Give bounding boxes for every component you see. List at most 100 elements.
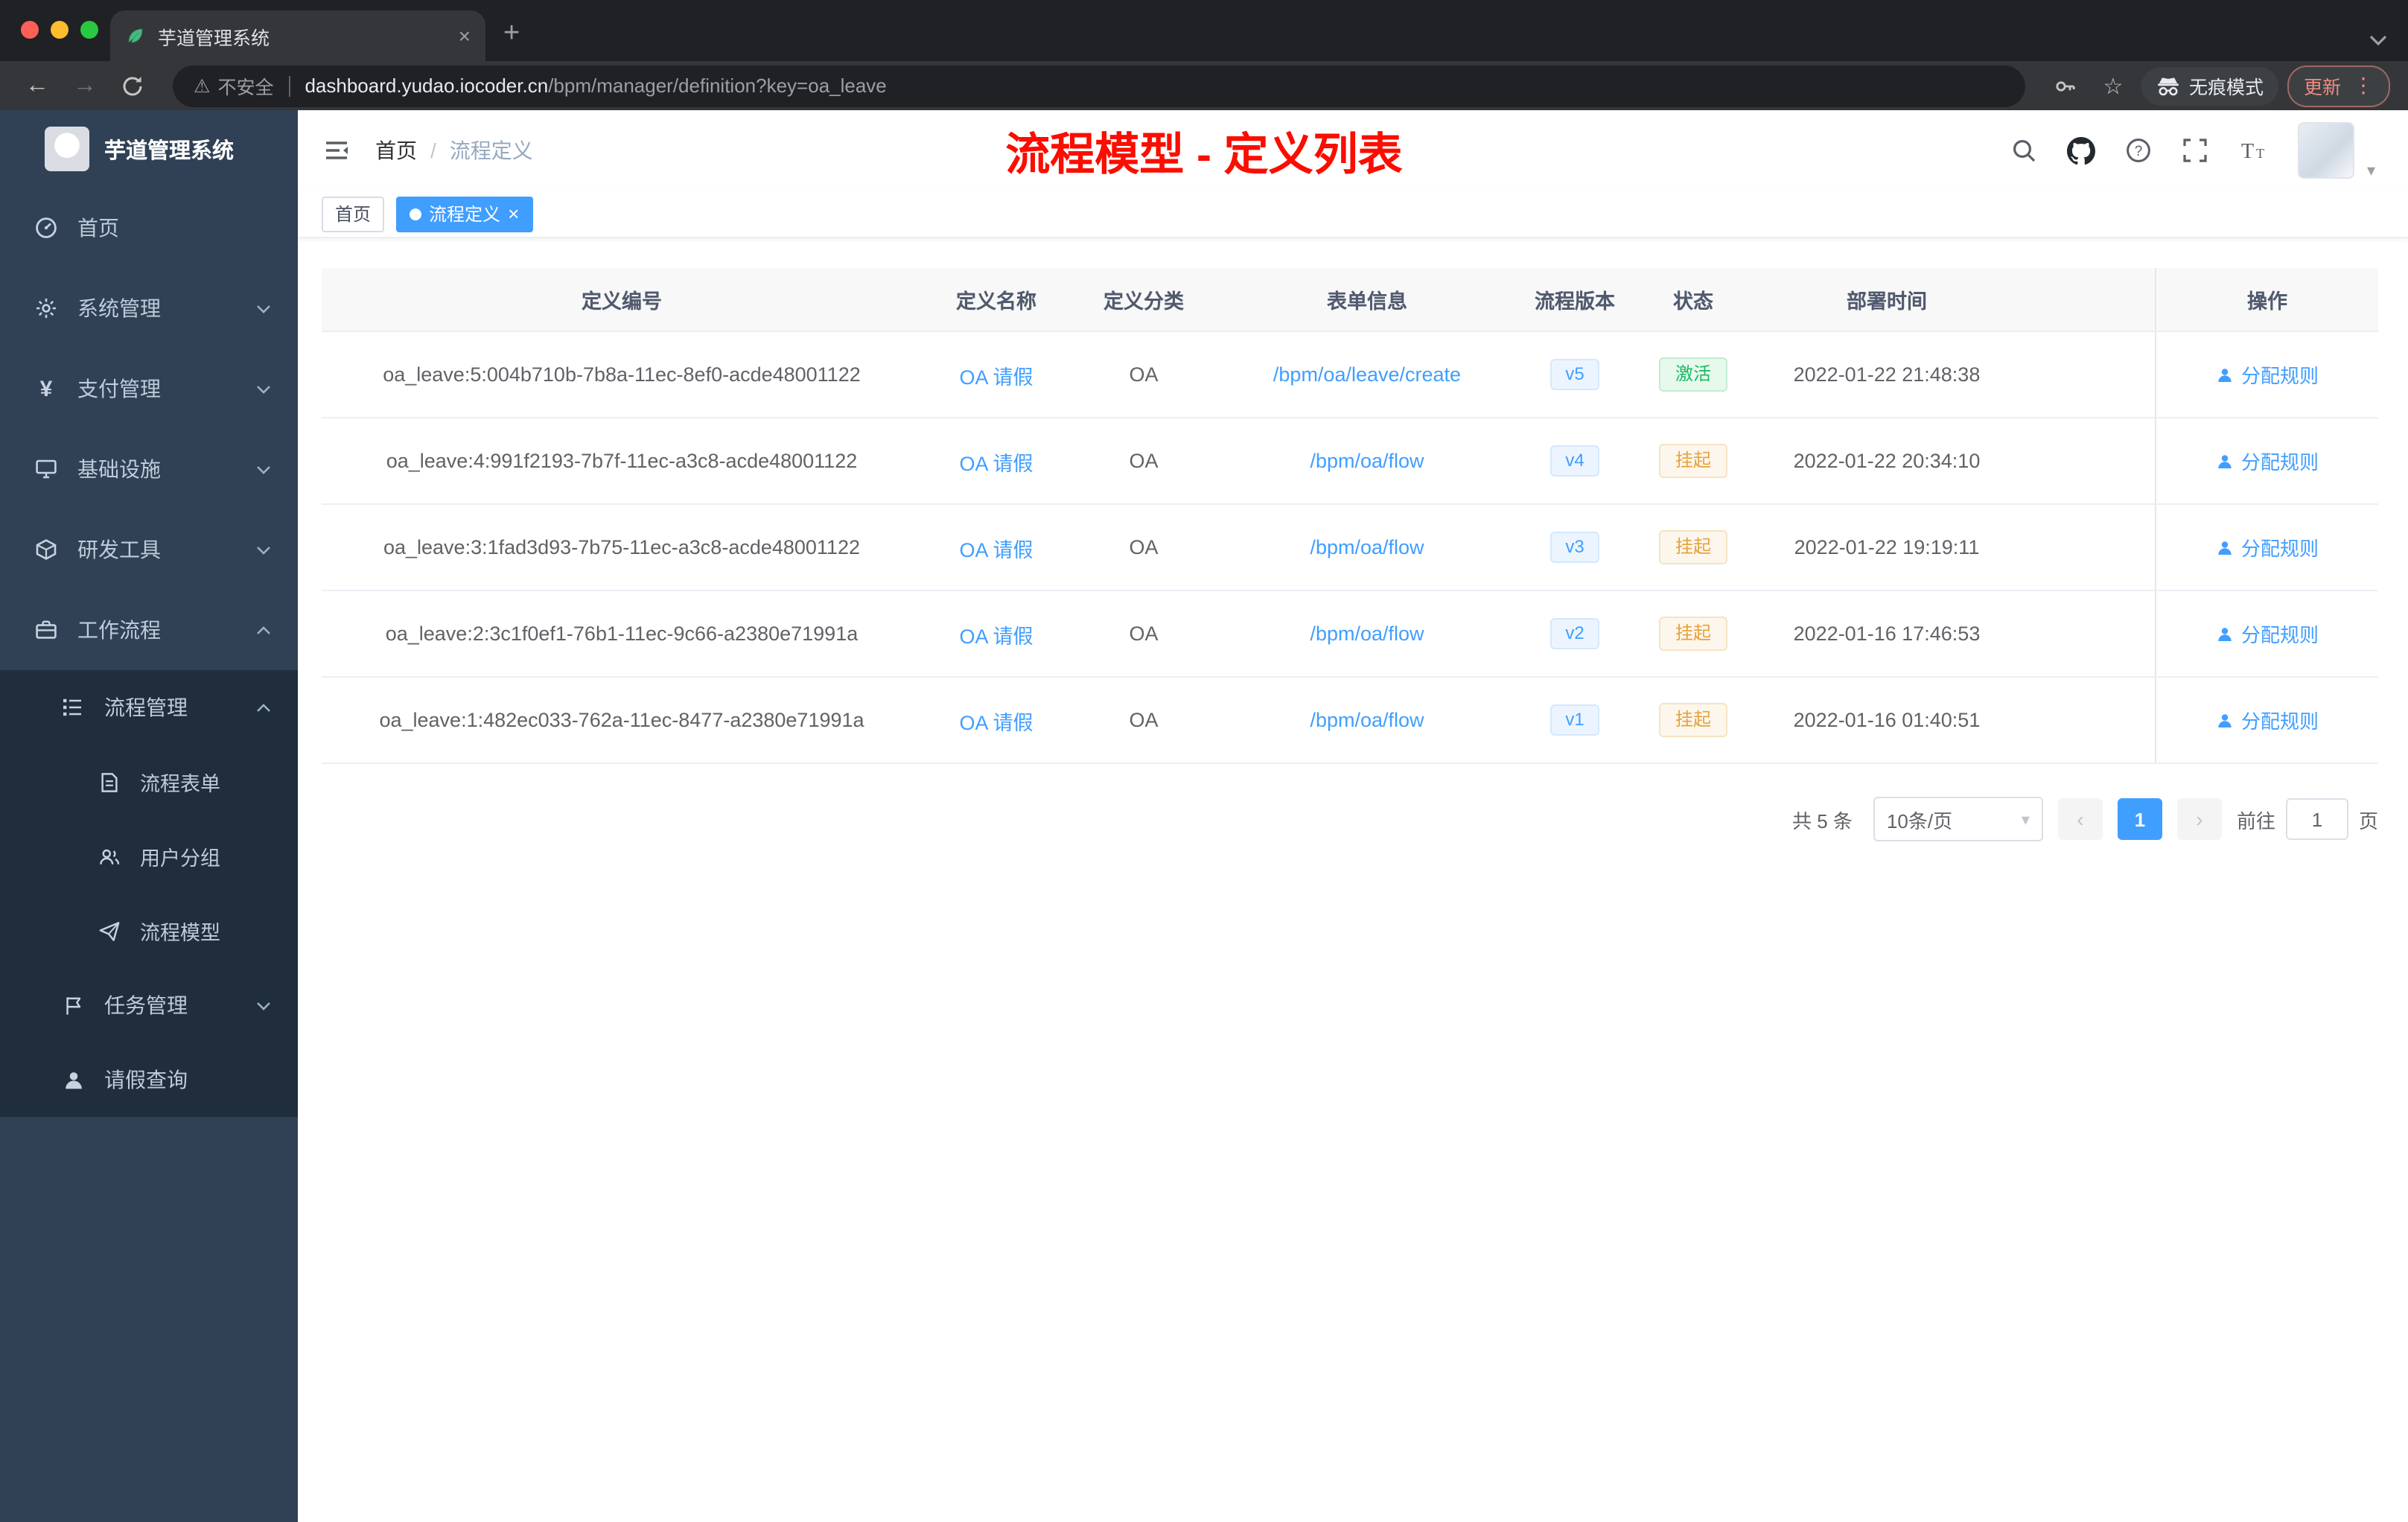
tab-search-icon[interactable] bbox=[2369, 34, 2387, 46]
assign-rule-button[interactable]: 分配规则 bbox=[2216, 533, 2319, 561]
page-content: 定义编号 定义名称 定义分类 表单信息 流程版本 状态 部署时间 操作 oa_l… bbox=[298, 238, 2408, 1522]
prev-page-button[interactable]: ‹ bbox=[2057, 798, 2103, 840]
assign-rule-button[interactable]: 分配规则 bbox=[2216, 447, 2319, 475]
browser-tab[interactable]: 芋道管理系统 × bbox=[110, 10, 485, 61]
search-icon[interactable] bbox=[2011, 137, 2038, 164]
tag-label: 首页 bbox=[335, 204, 372, 225]
navbar-actions: ? TT ▾ bbox=[2011, 121, 2375, 179]
paper-plane-icon bbox=[95, 920, 122, 942]
chevron-down-icon bbox=[256, 544, 271, 555]
assign-rule-button[interactable]: 分配规则 bbox=[2216, 360, 2319, 389]
bookmark-star-icon[interactable]: ☆ bbox=[2094, 66, 2133, 105]
sidebar-item-label: 研发工具 bbox=[77, 538, 161, 561]
briefcase-icon bbox=[33, 618, 60, 642]
definition-category: OA bbox=[1129, 363, 1159, 386]
forward-button[interactable]: → bbox=[66, 66, 104, 105]
sidebar-item-process-form[interactable]: 流程表单 bbox=[0, 745, 298, 819]
form-link[interactable]: /bpm/oa/flow bbox=[1310, 450, 1424, 472]
assign-rule-button[interactable]: 分配规则 bbox=[2216, 706, 2319, 734]
chevron-down-icon bbox=[256, 383, 271, 394]
tags-view-bar: 首页 流程定义 × bbox=[298, 191, 2408, 238]
sidebar-item-leave-query[interactable]: 请假查询 bbox=[0, 1042, 298, 1117]
svg-text:?: ? bbox=[2135, 144, 2144, 159]
sidebar-item-task-management[interactable]: 任务管理 bbox=[0, 968, 298, 1042]
security-warning[interactable]: ⚠ 不安全 bbox=[194, 71, 273, 100]
window-minimize-button[interactable] bbox=[51, 21, 69, 39]
column-header: 定义名称 bbox=[956, 290, 1036, 313]
fullscreen-icon[interactable] bbox=[2182, 137, 2209, 164]
definition-name-link[interactable]: OA 请假 bbox=[959, 711, 1033, 733]
back-button[interactable]: ← bbox=[18, 66, 57, 105]
browser-menu-icon[interactable]: ⋮ bbox=[2353, 73, 2374, 98]
sidebar-item-infrastructure[interactable]: 基础设施 bbox=[0, 429, 298, 509]
assign-rule-button[interactable]: 分配规则 bbox=[2216, 620, 2319, 648]
svg-text:T: T bbox=[2242, 140, 2255, 163]
sidebar-item-workflow[interactable]: 工作流程 bbox=[0, 590, 298, 670]
definition-id: oa_leave:5:004b710b-7b8a-11ec-8ef0-acde4… bbox=[383, 363, 861, 386]
sidebar: 芋道管理系统 首页 系统管理 ¥ 支付管理 基础设施 研发工具 工作流程 流程管… bbox=[0, 110, 298, 1522]
page-size-value: 10条/页 bbox=[1886, 809, 1953, 832]
deploy-time: 2022-01-16 17:46:53 bbox=[1793, 623, 1981, 645]
breadcrumb-current: 流程定义 bbox=[449, 138, 533, 162]
goto-label: 前往 bbox=[2236, 809, 2275, 832]
help-icon[interactable]: ? bbox=[2126, 137, 2153, 164]
table-row: oa_leave:2:3c1f0ef1-76b1-11ec-9c66-a2380… bbox=[322, 591, 2378, 678]
avatar[interactable] bbox=[2298, 122, 2355, 179]
reload-button[interactable] bbox=[113, 66, 152, 105]
version-badge: v3 bbox=[1550, 531, 1599, 564]
address-bar[interactable]: ⚠ 不安全 dashboard.yudao.iocoder.cn/bpm/man… bbox=[173, 65, 2025, 106]
avatar-caret-icon[interactable]: ▾ bbox=[2367, 160, 2375, 179]
tag-home[interactable]: 首页 bbox=[322, 196, 385, 232]
github-icon[interactable] bbox=[2067, 136, 2096, 165]
form-link[interactable]: /bpm/oa/flow bbox=[1310, 709, 1424, 731]
version-badge: v4 bbox=[1550, 445, 1599, 477]
tag-close-icon[interactable]: × bbox=[508, 204, 519, 223]
browser-window: 芋道管理系统 × + ← → ⚠ 不安全 dashboard.yudao.ioc… bbox=[0, 0, 2408, 1522]
sidebar-item-home[interactable]: 首页 bbox=[0, 188, 298, 268]
form-link[interactable]: /bpm/oa/flow bbox=[1310, 623, 1424, 645]
chevron-down-icon bbox=[256, 464, 271, 474]
sidebar-item-devtools[interactable]: 研发工具 bbox=[0, 509, 298, 590]
chevron-up-icon bbox=[256, 702, 271, 713]
definition-name-link[interactable]: OA 请假 bbox=[959, 452, 1033, 474]
hamburger-icon[interactable] bbox=[322, 136, 351, 165]
definition-name-link[interactable]: OA 请假 bbox=[959, 538, 1033, 561]
url-path: /bpm/manager/definition?key=oa_leave bbox=[548, 74, 887, 97]
font-size-icon[interactable]: TT bbox=[2239, 137, 2269, 164]
tag-label: 流程定义 bbox=[429, 204, 501, 225]
sidebar-item-label: 工作流程 bbox=[77, 618, 161, 642]
deploy-time: 2022-01-22 20:34:10 bbox=[1793, 450, 1981, 472]
version-badge: v2 bbox=[1550, 617, 1599, 650]
definition-name-link[interactable]: OA 请假 bbox=[959, 625, 1033, 647]
status-badge: 挂起 bbox=[1658, 702, 1727, 738]
sidebar-item-system[interactable]: 系统管理 bbox=[0, 268, 298, 348]
browser-update-button[interactable]: 更新 ⋮ bbox=[2287, 65, 2390, 106]
sidebar-item-process-model[interactable]: 流程模型 bbox=[0, 894, 298, 968]
page-number-button[interactable]: 1 bbox=[2117, 798, 2162, 840]
sidebar-item-process-management[interactable]: 流程管理 bbox=[0, 670, 298, 745]
definition-name-link[interactable]: OA 请假 bbox=[959, 366, 1033, 388]
window-close-button[interactable] bbox=[21, 21, 39, 39]
sidebar-item-label: 流程模型 bbox=[140, 922, 220, 944]
chevron-down-icon bbox=[256, 303, 271, 313]
form-link[interactable]: /bpm/oa/flow bbox=[1310, 536, 1424, 558]
window-maximize-button[interactable] bbox=[80, 21, 98, 39]
monitor-icon bbox=[33, 457, 60, 481]
form-link[interactable]: /bpm/oa/leave/create bbox=[1273, 363, 1461, 386]
logo-avatar bbox=[45, 127, 89, 171]
sidebar-item-payment[interactable]: ¥ 支付管理 bbox=[0, 348, 298, 429]
next-page-button[interactable]: › bbox=[2176, 798, 2222, 840]
security-label: 不安全 bbox=[217, 77, 274, 98]
definition-id: oa_leave:2:3c1f0ef1-76b1-11ec-9c66-a2380… bbox=[385, 623, 859, 645]
key-icon[interactable] bbox=[2046, 66, 2085, 105]
goto-page-input[interactable] bbox=[2285, 798, 2348, 840]
page-size-select[interactable]: 10条/页 ▾ bbox=[1873, 797, 2043, 841]
new-tab-button[interactable]: + bbox=[503, 18, 520, 51]
breadcrumb-home[interactable]: 首页 bbox=[375, 136, 417, 165]
tab-close-icon[interactable]: × bbox=[459, 25, 471, 46]
sidebar-item-user-group[interactable]: 用户分组 bbox=[0, 819, 298, 894]
main-panel: 首页 / 流程定义 ? T T ▾ 首页 流程定义 × 定义编号 定义名称 定义… bbox=[298, 110, 2408, 1522]
tag-process-definition[interactable]: 流程定义 × bbox=[396, 196, 533, 232]
sidebar-logo[interactable]: 芋道管理系统 bbox=[0, 110, 298, 188]
tab-title: 芋道管理系统 bbox=[158, 28, 270, 48]
